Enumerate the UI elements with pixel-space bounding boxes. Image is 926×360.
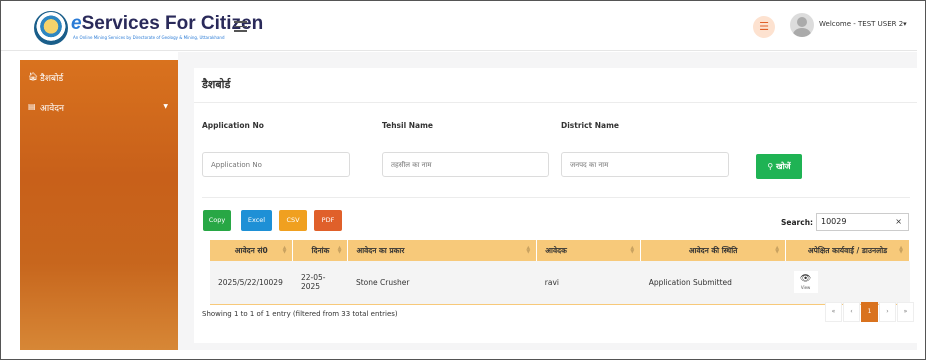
- sidebar-item-label: डैशबोर्ड: [40, 74, 64, 84]
- sidebar-item-label: आवेदन: [40, 104, 64, 114]
- search-button-label: खोजें: [776, 162, 791, 171]
- top-header: eServices For Citizen An Online Mining S…: [1, 1, 917, 51]
- sidebar-item-dashboard[interactable]: 🏠︎ डैशबोर्ड: [20, 68, 178, 88]
- welcome-user-dropdown[interactable]: Welcome - TEST USER 2▾: [819, 20, 907, 28]
- column-header-label: अपेक्षित कार्यवाई / डाउनलोड: [807, 245, 888, 255]
- district-input[interactable]: [561, 152, 729, 177]
- eye-icon: 👁︎: [799, 274, 812, 285]
- column-header[interactable]: दिनांक ▲ ▼: [292, 240, 349, 261]
- sort-icon: ▲ ▼: [337, 245, 342, 255]
- column-header[interactable]: आवेदन सं0 ▲ ▼: [210, 240, 294, 261]
- search-icon: ⚲: [767, 162, 774, 171]
- column-header[interactable]: अपेक्षित कार्यवाई / डाउनलोड ▲ ▼: [785, 240, 910, 261]
- department-logo: [34, 11, 68, 45]
- caret-down-icon: ▼: [163, 103, 168, 110]
- table-search-input[interactable]: 10029 ×: [816, 213, 909, 231]
- application-no-input[interactable]: [202, 152, 350, 177]
- table-search-label: Search:: [781, 218, 814, 227]
- page-title: डैशबोर्ड: [202, 78, 231, 91]
- sidebar-item-applications[interactable]: ▤ आवेदन ▼: [20, 98, 178, 118]
- first-page-button[interactable]: «: [825, 302, 842, 322]
- layers-icon[interactable]: ☰: [753, 16, 775, 38]
- sort-icon: ▲ ▼: [899, 245, 903, 255]
- last-page-button[interactable]: »: [897, 302, 914, 322]
- column-header-label: आवेदन की स्थिति: [688, 245, 738, 255]
- prev-page-button[interactable]: ‹: [843, 302, 860, 322]
- view-label: View: [800, 285, 811, 291]
- column-header-label: आवेदन सं0: [234, 245, 268, 255]
- column-header[interactable]: आवेदन की स्थिति ▲ ▼: [640, 240, 787, 261]
- applications-table: आवेदन सं0 ▲ ▼ दिनांक ▲ ▼ आवेदन का प्रकार ▲ ▼ आ…: [210, 240, 910, 305]
- menu-toggle-icon[interactable]: [234, 21, 247, 32]
- main-content: डैशबोर्ड Application No Tehsil Name Dist…: [178, 52, 917, 350]
- sort-icon: ▲ ▼: [775, 245, 780, 255]
- date-line: 22-05-: [300, 273, 326, 283]
- sort-icon: ▲ ▼: [282, 245, 287, 255]
- cell-applicant: ravi: [536, 261, 641, 305]
- copy-button[interactable]: Copy: [203, 210, 231, 231]
- tehsil-input[interactable]: [382, 152, 549, 177]
- pdf-button[interactable]: PDF: [314, 210, 342, 231]
- district-label: District Name: [561, 121, 619, 130]
- column-header[interactable]: आवेदक ▲ ▼: [536, 240, 642, 261]
- csv-button[interactable]: CSV: [279, 210, 307, 231]
- sort-icon: ▲ ▼: [526, 245, 531, 255]
- cell-type: Stone Crusher: [347, 261, 537, 305]
- view-button[interactable]: 👁︎ View: [793, 271, 818, 294]
- table-row: 2025/5/22/10029 22-05- 2025 Stone Crusher…: [210, 261, 910, 305]
- date-line: 2025: [300, 282, 321, 292]
- table-info: Showing 1 to 1 of 1 entry (filtered from…: [202, 310, 398, 318]
- cell-date: 22-05- 2025: [292, 261, 348, 305]
- home-icon: 🏠︎: [28, 72, 39, 81]
- brand-subtitle: An Online Mining Services by Directorate…: [73, 35, 225, 40]
- column-header-label: दिनांक: [311, 245, 330, 255]
- divider: [194, 102, 917, 103]
- sort-icon: ▲ ▼: [630, 245, 635, 255]
- document-icon: ▤: [28, 102, 36, 111]
- user-avatar[interactable]: [790, 13, 814, 37]
- search-button[interactable]: ⚲ खोजें: [756, 154, 802, 179]
- application-no-label: Application No: [202, 121, 264, 130]
- column-header[interactable]: आवेदन का प्रकार ▲ ▼: [347, 240, 538, 261]
- sidebar: 🏠︎ डैशबोर्ड ▤ आवेदन ▼: [20, 60, 178, 350]
- column-header-label: आवेदन का प्रकार: [356, 245, 405, 255]
- brand-e: e: [71, 13, 82, 34]
- table-search-value: 10029: [821, 217, 847, 226]
- pagination: « ‹ 1 › »: [824, 302, 914, 322]
- cell-action: 👁︎ View: [785, 261, 910, 305]
- welcome-text: Welcome - TEST USER 2: [819, 20, 904, 28]
- table-header-row: आवेदन सं0 ▲ ▼ दिनांक ▲ ▼ आवेदन का प्रकार ▲ ▼ आ…: [210, 240, 910, 261]
- divider: [202, 197, 910, 198]
- excel-button[interactable]: Excel: [241, 210, 272, 231]
- cell-app-no: 2025/5/22/10029: [210, 261, 293, 305]
- column-header-label: आवेदक: [545, 245, 567, 255]
- tehsil-label: Tehsil Name: [382, 121, 434, 130]
- chevron-down-icon: ▾: [903, 20, 907, 28]
- page-1-button[interactable]: 1: [861, 302, 878, 322]
- next-page-button[interactable]: ›: [879, 302, 896, 322]
- clear-icon[interactable]: ×: [895, 214, 902, 230]
- cell-status: Application Submitted: [640, 261, 786, 305]
- dashboard-card: डैशबोर्ड Application No Tehsil Name Dist…: [194, 68, 917, 343]
